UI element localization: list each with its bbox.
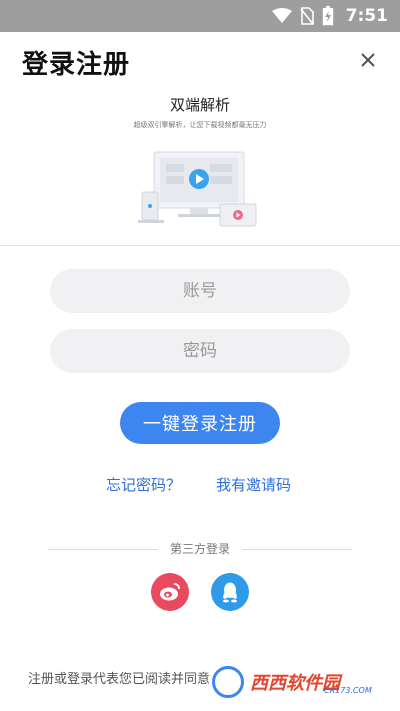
no-sim-icon bbox=[300, 7, 314, 25]
forgot-password-link[interactable]: 忘记密码？ bbox=[106, 474, 181, 495]
invite-code-link[interactable]: 我有邀请码 bbox=[216, 474, 291, 495]
weibo-login-button[interactable] bbox=[151, 573, 189, 611]
one-click-login-button[interactable]: 一键登录注册 bbox=[120, 402, 280, 444]
qq-icon bbox=[223, 582, 237, 603]
close-icon bbox=[361, 53, 375, 67]
third-party-divider-right bbox=[242, 549, 352, 550]
account-input[interactable] bbox=[50, 269, 350, 313]
battery-charging-icon bbox=[322, 6, 333, 26]
site-watermark: 西西软件园 CR173.COM bbox=[212, 662, 382, 702]
header-divider bbox=[0, 245, 400, 246]
close-button[interactable] bbox=[356, 48, 380, 72]
status-icons: 7:51 bbox=[271, 0, 388, 32]
status-bar: 7:51 bbox=[0, 0, 400, 32]
password-input[interactable] bbox=[50, 329, 350, 373]
agreement-text: 注册或登录代表您已阅读并同意 bbox=[28, 672, 211, 687]
promo-subtitle: 超级双引擎解析，让您下载视频都毫无压力 bbox=[133, 121, 267, 129]
devices-illustration bbox=[138, 151, 257, 227]
weibo-icon bbox=[160, 583, 180, 601]
page-title: 登录注册 bbox=[22, 50, 131, 80]
qq-login-button[interactable] bbox=[211, 573, 249, 611]
watermark-logo-icon bbox=[212, 666, 244, 698]
promo-title: 双端解析 bbox=[169, 96, 230, 114]
status-time: 7:51 bbox=[345, 6, 388, 26]
wifi-icon bbox=[271, 8, 292, 23]
watermark-subtext: CR173.COM bbox=[324, 686, 372, 695]
